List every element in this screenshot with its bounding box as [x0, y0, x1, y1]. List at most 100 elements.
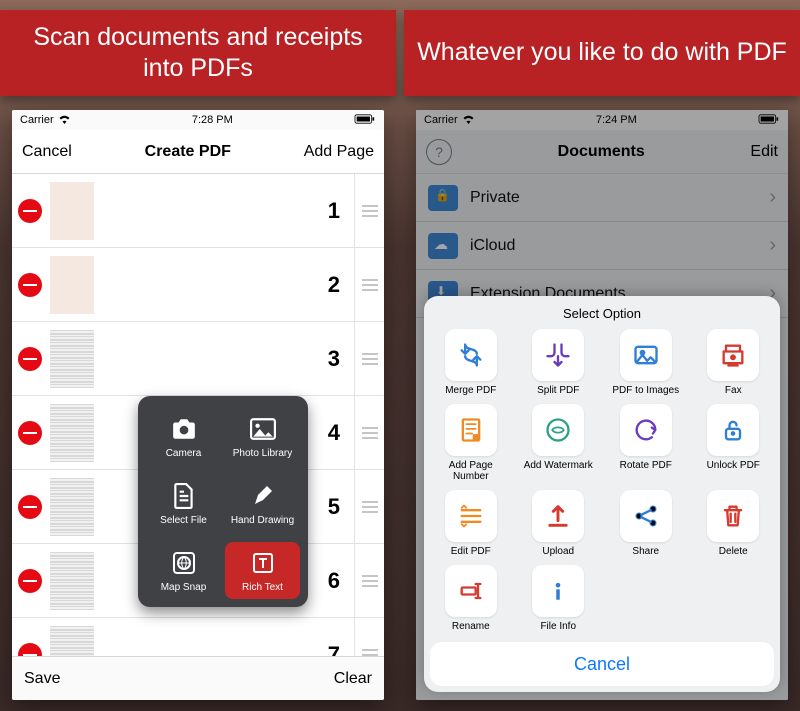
- option-delete[interactable]: Delete: [693, 490, 775, 557]
- banner-right: Whatever you like to do with PDF: [404, 10, 800, 96]
- option-label: Upload: [542, 546, 574, 557]
- action-sheet: Select Option Merge PDF Split PDF PDF to…: [424, 296, 780, 692]
- status-bar: Carrier 7:28 PM: [12, 110, 384, 130]
- drag-handle[interactable]: [354, 322, 384, 395]
- page-row[interactable]: 1: [12, 174, 384, 248]
- page-thumbnail[interactable]: [50, 256, 94, 314]
- save-button[interactable]: Save: [24, 670, 60, 688]
- option-icon: [620, 329, 672, 381]
- file-icon: [169, 481, 199, 511]
- battery-icon: [354, 114, 376, 127]
- option-icon: [532, 565, 584, 617]
- popover-item-label: Hand Drawing: [231, 515, 294, 526]
- page-thumbnail[interactable]: [50, 478, 94, 536]
- carrier-label: Carrier: [20, 114, 54, 126]
- delete-icon[interactable]: [18, 273, 42, 297]
- page-number: 3: [94, 346, 354, 372]
- popover-item-rich-text[interactable]: Rich Text: [225, 542, 300, 599]
- option-label: File Info: [540, 621, 576, 632]
- drag-handle[interactable]: [354, 544, 384, 617]
- drag-handle[interactable]: [354, 174, 384, 247]
- option-icon: [620, 490, 672, 542]
- popover-item-select-file[interactable]: Select File: [146, 475, 221, 532]
- option-label: PDF to Images: [612, 385, 679, 396]
- option-add-watermark[interactable]: Add Watermark: [518, 404, 600, 482]
- popover-item-label: Select File: [160, 515, 207, 526]
- option-rotate-pdf[interactable]: Rotate PDF: [605, 404, 687, 482]
- delete-icon[interactable]: [18, 495, 42, 519]
- option-label: Add Page Number: [430, 460, 512, 482]
- page-thumbnail[interactable]: [50, 552, 94, 610]
- option-icon: [532, 329, 584, 381]
- page-row[interactable]: 3: [12, 322, 384, 396]
- page-thumbnail[interactable]: [50, 330, 94, 388]
- popover-item-label: Camera: [166, 448, 202, 459]
- option-icon: [532, 404, 584, 456]
- option-pdf-to-images[interactable]: PDF to Images: [605, 329, 687, 396]
- delete-icon[interactable]: [18, 569, 42, 593]
- sheet-grid: Merge PDF Split PDF PDF to Images Fax Ad…: [430, 329, 774, 632]
- option-rename[interactable]: Rename: [430, 565, 512, 632]
- option-label: Add Watermark: [524, 460, 593, 471]
- option-edit-pdf[interactable]: Edit PDF: [430, 490, 512, 557]
- page-thumbnail[interactable]: [50, 404, 94, 462]
- option-icon: [620, 404, 672, 456]
- popover-item-label: Map Snap: [161, 582, 207, 593]
- option-add-page-number[interactable]: Add Page Number: [430, 404, 512, 482]
- navbar: Cancel Create PDF Add Page: [12, 130, 384, 174]
- popover-item-photo-library[interactable]: Photo Library: [225, 408, 300, 465]
- option-label: Unlock PDF: [707, 460, 760, 471]
- globe-icon: [169, 548, 199, 578]
- popover-item-hand-drawing[interactable]: Hand Drawing: [225, 475, 300, 532]
- camera-icon: [169, 414, 199, 444]
- cancel-button[interactable]: Cancel: [22, 143, 72, 161]
- option-icon: [707, 490, 759, 542]
- option-label: Rotate PDF: [620, 460, 672, 471]
- option-merge-pdf[interactable]: Merge PDF: [430, 329, 512, 396]
- phone-documents: Carrier 7:24 PM ? Documents Edit Private…: [416, 110, 788, 700]
- sheet-title: Select Option: [430, 306, 774, 321]
- popover-item-label: Rich Text: [242, 582, 283, 593]
- option-icon: [445, 490, 497, 542]
- wifi-icon: [58, 114, 71, 127]
- option-label: Merge PDF: [445, 385, 496, 396]
- delete-icon[interactable]: [18, 199, 42, 223]
- popover-item-label: Photo Library: [233, 448, 292, 459]
- option-share[interactable]: Share: [605, 490, 687, 557]
- delete-icon[interactable]: [18, 421, 42, 445]
- popover-item-camera[interactable]: Camera: [146, 408, 221, 465]
- sheet-cancel-button[interactable]: Cancel: [430, 642, 774, 686]
- page-row[interactable]: 2: [12, 248, 384, 322]
- clock-label: 7:28 PM: [192, 114, 233, 126]
- option-label: Delete: [719, 546, 748, 557]
- option-label: Fax: [725, 385, 742, 396]
- option-icon: [532, 490, 584, 542]
- option-icon: [707, 404, 759, 456]
- clear-button[interactable]: Clear: [334, 670, 372, 688]
- popover-item-map-snap[interactable]: Map Snap: [146, 542, 221, 599]
- option-fax[interactable]: Fax: [693, 329, 775, 396]
- text-icon: [248, 548, 278, 578]
- page-number: 1: [94, 198, 354, 224]
- delete-icon[interactable]: [18, 347, 42, 371]
- option-icon: [707, 329, 759, 381]
- add-page-button[interactable]: Add Page: [304, 143, 374, 161]
- drag-handle[interactable]: [354, 470, 384, 543]
- option-upload[interactable]: Upload: [518, 490, 600, 557]
- drag-handle[interactable]: [354, 248, 384, 321]
- option-icon: [445, 404, 497, 456]
- banner-left: Scan documents and receipts into PDFs: [0, 10, 396, 96]
- option-label: Rename: [452, 621, 490, 632]
- image-icon: [248, 414, 278, 444]
- option-unlock-pdf[interactable]: Unlock PDF: [693, 404, 775, 482]
- option-file-info[interactable]: File Info: [518, 565, 600, 632]
- option-icon: [445, 329, 497, 381]
- page-title: Create PDF: [145, 143, 231, 161]
- option-split-pdf[interactable]: Split PDF: [518, 329, 600, 396]
- option-label: Edit PDF: [451, 546, 491, 557]
- page-thumbnail[interactable]: [50, 182, 94, 240]
- toolbar: Save Clear: [12, 656, 384, 700]
- drag-handle[interactable]: [354, 396, 384, 469]
- pen-icon: [248, 481, 278, 511]
- option-label: Share: [632, 546, 659, 557]
